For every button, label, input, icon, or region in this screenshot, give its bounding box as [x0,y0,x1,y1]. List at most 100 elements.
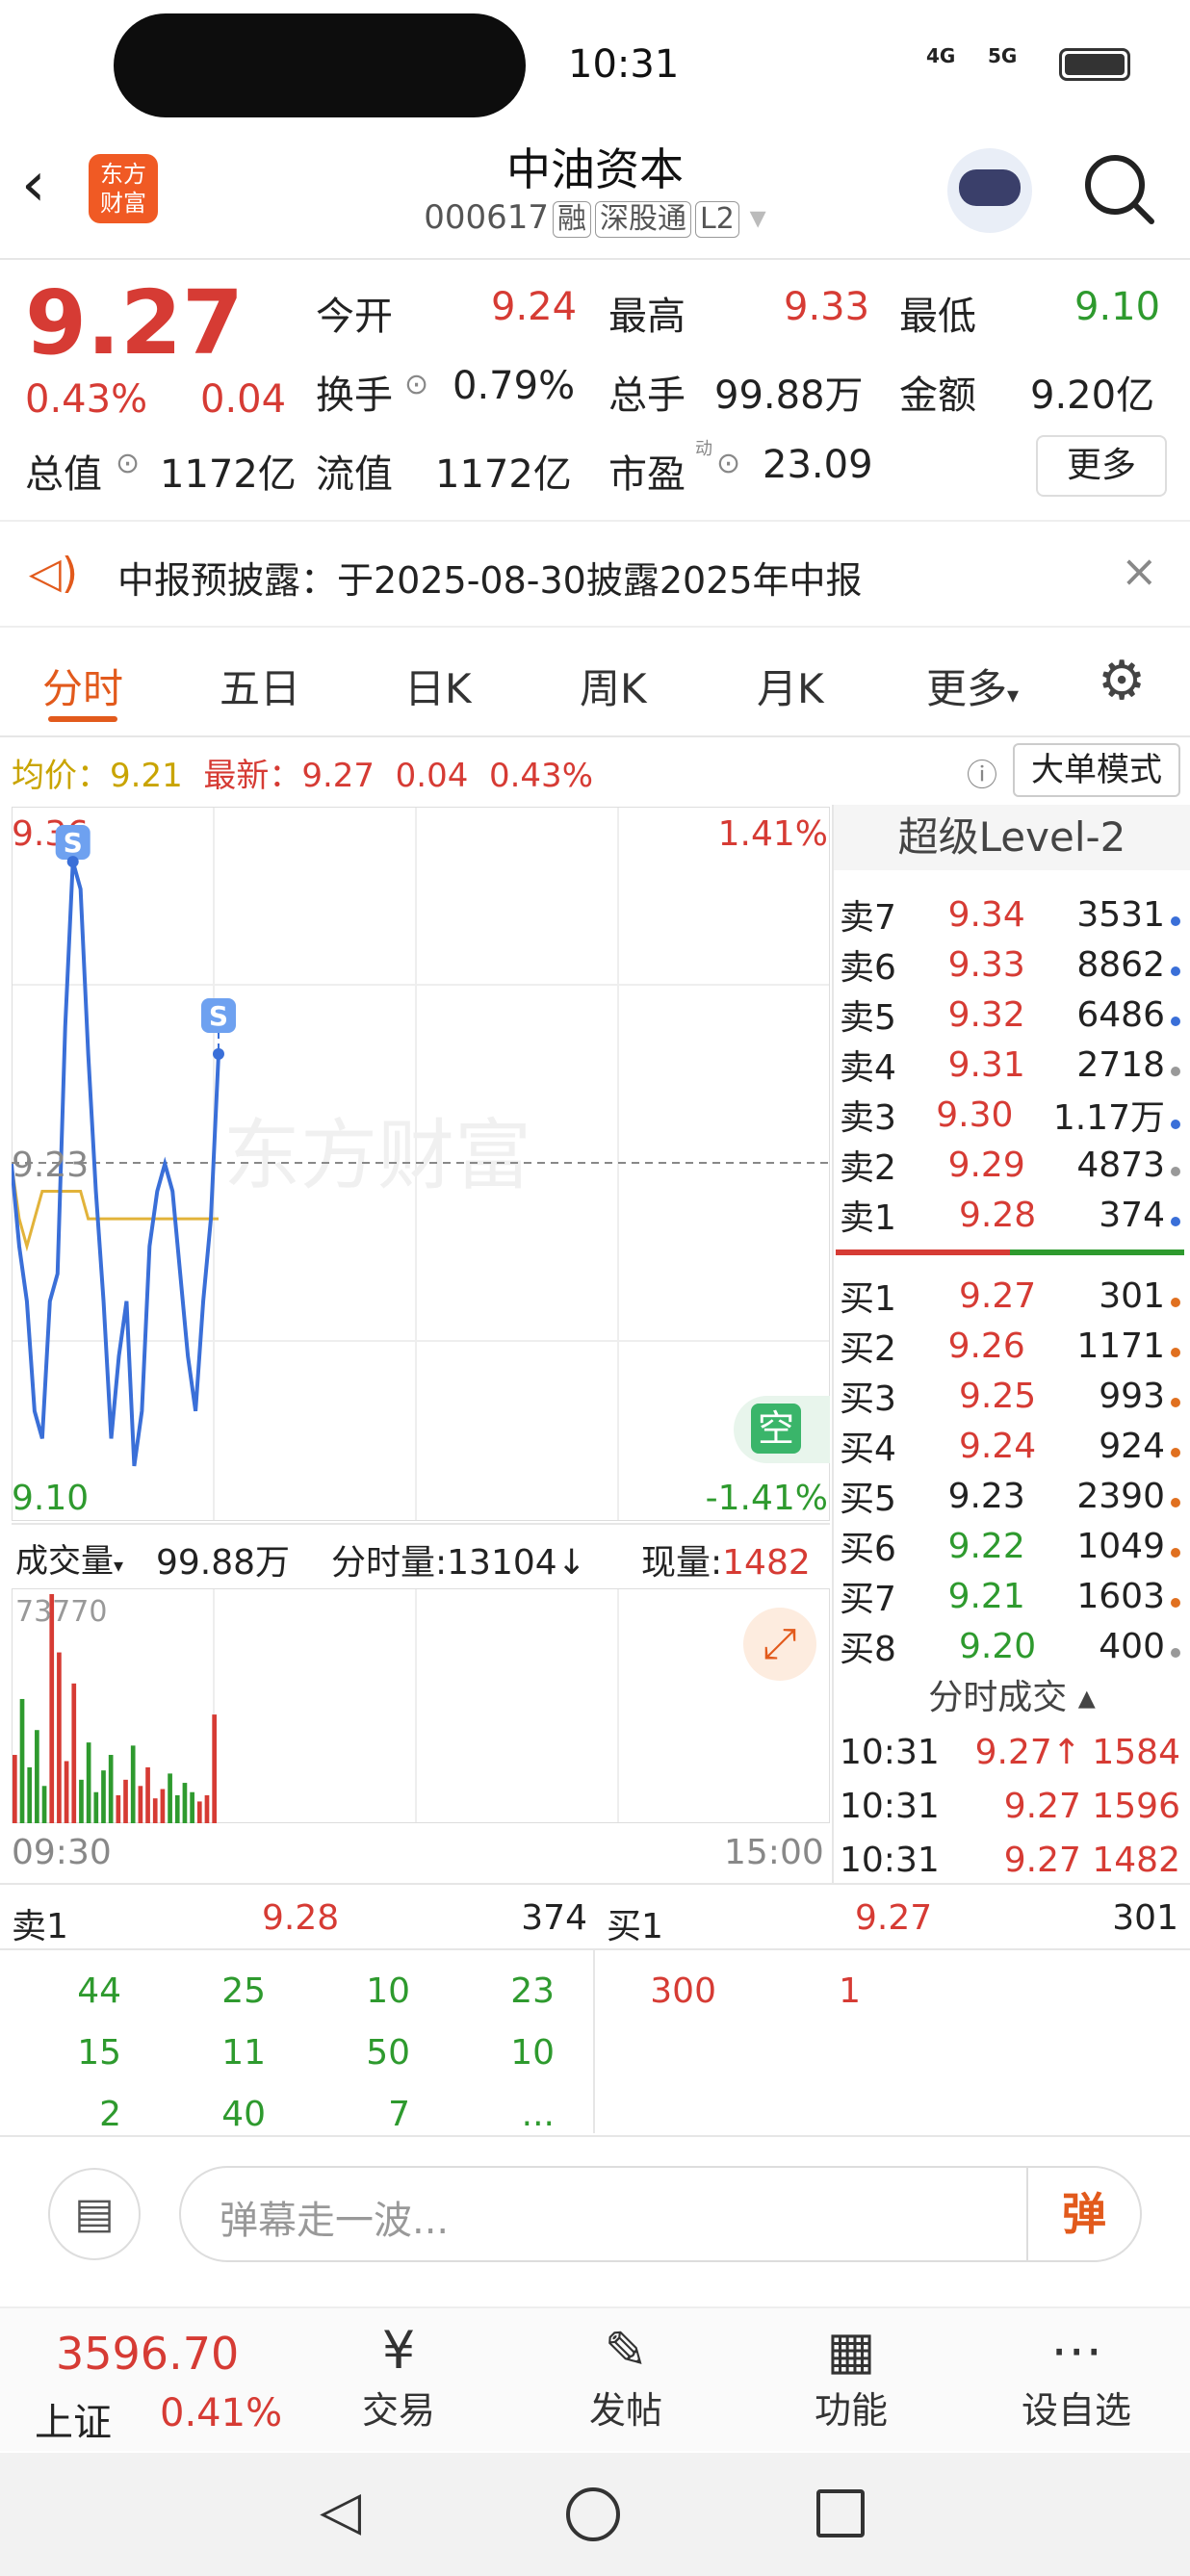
nav-add-watchlist[interactable]: ⋯ 设自选 [1001,2320,1151,2434]
tab-intraday[interactable]: 分时 [42,657,123,715]
app-screen: 10:31 4G 5G ‹ 东方 财富 中油资本 000617 融深股通 L2 ▾ 9… [0,0,1190,2576]
buy-level-row: 买2 9.26 1171 [834,1321,1190,1371]
intraday-chart[interactable]: 东方财富 9.36 9.23 9.10 1.41% -1.41% SS [12,807,830,1521]
buy-level-row: 买5 9.23 2390 [834,1471,1190,1521]
y-min-label: 9.10 [12,1479,89,1518]
queue-sell-label: 卖1 [12,1907,68,1946]
buy-level-row: 买6 9.22 1049 [834,1521,1190,1571]
queue-row: 44 25 10 23 [0,1960,593,2022]
battery-icon [1059,48,1130,81]
queue-row: 15 11 50 10 [0,2022,593,2083]
volume-chart: 73770 [12,1588,830,1823]
sell-level-row: 卖4 9.31 2718 [834,1040,1190,1090]
level2-title[interactable]: 超级Level-2 [834,805,1190,870]
empty-badge[interactable]: 空 [734,1396,830,1463]
tab-five-day[interactable]: 五日 [220,657,300,715]
amount-value: 9.20亿 [1030,374,1155,418]
volume-bar [168,1773,172,1823]
sell-signal-label: S [64,827,83,859]
pct-min-label: -1.41% [706,1479,828,1518]
pe-info-icon[interactable]: ⊙ [716,447,740,480]
low-value: 9.10 [1074,285,1161,329]
info-icon[interactable]: ⊙ [404,368,428,401]
volume-selector[interactable]: 成交量▾ [15,1534,123,1582]
volume-label: 总手 [608,374,686,418]
index-name[interactable]: 上证 [35,2391,112,2447]
send-danmaku-button[interactable]: 弹 [1026,2168,1140,2260]
more-dots-icon: ⋯ [1050,2320,1102,2381]
trade-icon: ¥ [381,2320,416,2381]
queue-order: 15 [77,2032,121,2073]
queue-order: 7 [388,2094,410,2134]
open-label: 今开 [316,295,393,339]
tab-more[interactable]: 更多▾ [926,657,1019,715]
back-nav-icon[interactable]: ◁ [320,2480,361,2542]
nav-features[interactable]: ▦ 功能 [793,2320,909,2434]
tick-volume: 分时量:13104↓ [331,1543,586,1583]
trade-row: 10:31 9.27 1482 [840,1840,1180,1880]
volume-bar [101,1770,106,1823]
volume-bar [174,1794,180,1823]
tag-l2: L2 [695,201,739,238]
more-button[interactable]: 更多 [1036,435,1167,497]
trades-list: 10:31 9.27↑ 1584 10:31 9.27 1596 10:31 9.27 1… [834,1725,1190,1887]
pe-label: 市盈 [608,452,686,497]
big-order-mode-button[interactable]: 大单模式 [1013,743,1180,797]
recents-nav-icon[interactable] [816,2489,865,2537]
queue-sell-orders: 44 25 10 23 15 11 50 10 2 40 7... [0,1960,593,2145]
volume-bar [108,1755,114,1823]
trade-row: 10:31 9.27↑ 1584 [840,1732,1180,1772]
signal-5g: 5G [988,44,1018,67]
danmaku-settings-icon[interactable]: ▤ [48,2168,141,2260]
volume-value: 99.88万 [714,374,864,418]
tab-daily-k[interactable]: 日K [404,657,472,715]
pct-max-label: 1.41% [718,814,828,854]
gear-icon[interactable]: ⚙ [1098,655,1146,708]
volume-bar [130,1745,136,1823]
sell-book: 卖7 9.34 3531 卖6 9.33 8862 卖5 9.32 6486 卖4 9.31 2718… [834,889,1190,1240]
pe-sup: 动 [695,439,712,459]
volume-bar [160,1789,166,1823]
home-nav-icon[interactable] [566,2487,620,2541]
queue-order: 2 [99,2094,121,2134]
index-value[interactable]: 3596.70 [56,2328,239,2380]
close-icon[interactable]: × [1121,545,1158,597]
low-label: 最低 [899,295,976,339]
tab-monthly-k[interactable]: 月K [757,657,824,715]
clock: 10:31 [568,42,680,87]
volume-bar [145,1766,150,1823]
tag-connect: 深股通 [595,201,692,238]
volume-bar [138,1786,143,1823]
tab-indicator [48,716,117,722]
queue-buy-label: 买1 [607,1907,663,1946]
nav-post[interactable]: ✎ 发帖 [568,2320,684,2434]
turnover-label: 换手 [316,374,393,418]
vol-max-label: 73770 [15,1595,107,1629]
speaker-icon: ◁) [29,549,79,598]
tab-weekly-k[interactable]: 周K [580,657,647,715]
expand-icon[interactable]: ⤢ [743,1608,816,1681]
trades-title[interactable]: 分时成交 ▴ [834,1669,1190,1719]
robot-assistant-icon[interactable] [947,148,1032,233]
comment-placeholder: 弹幕走一波... [220,2199,450,2243]
buy-level-row: 买3 9.25 993 [834,1371,1190,1421]
index-pct[interactable]: 0.41% [160,2391,282,2435]
volume-bar [196,1801,202,1823]
nav-trade[interactable]: ¥ 交易 [341,2320,456,2434]
volume-bar [27,1766,33,1823]
volume-bar [64,1761,69,1823]
mktcap-value: 1172亿 [160,452,297,497]
sell-level-row: 卖7 9.34 3531 [834,889,1190,940]
volume-bar [71,1683,77,1823]
help-icon[interactable]: ⓘ [967,751,997,795]
volume-bar [86,1742,91,1823]
comment-input[interactable]: 弹幕走一波... 弹 [179,2166,1142,2262]
pe-value: 23.09 [763,443,873,487]
sell-level-row: 卖6 9.33 8862 [834,940,1190,990]
volume-bar [190,1791,194,1823]
mktcap-info-icon[interactable]: ⊙ [116,447,140,480]
float-value: 1172亿 [435,452,572,497]
search-icon[interactable] [1080,150,1157,227]
volume-total: 99.88万 [156,1543,291,1583]
open-value: 9.24 [491,285,578,329]
